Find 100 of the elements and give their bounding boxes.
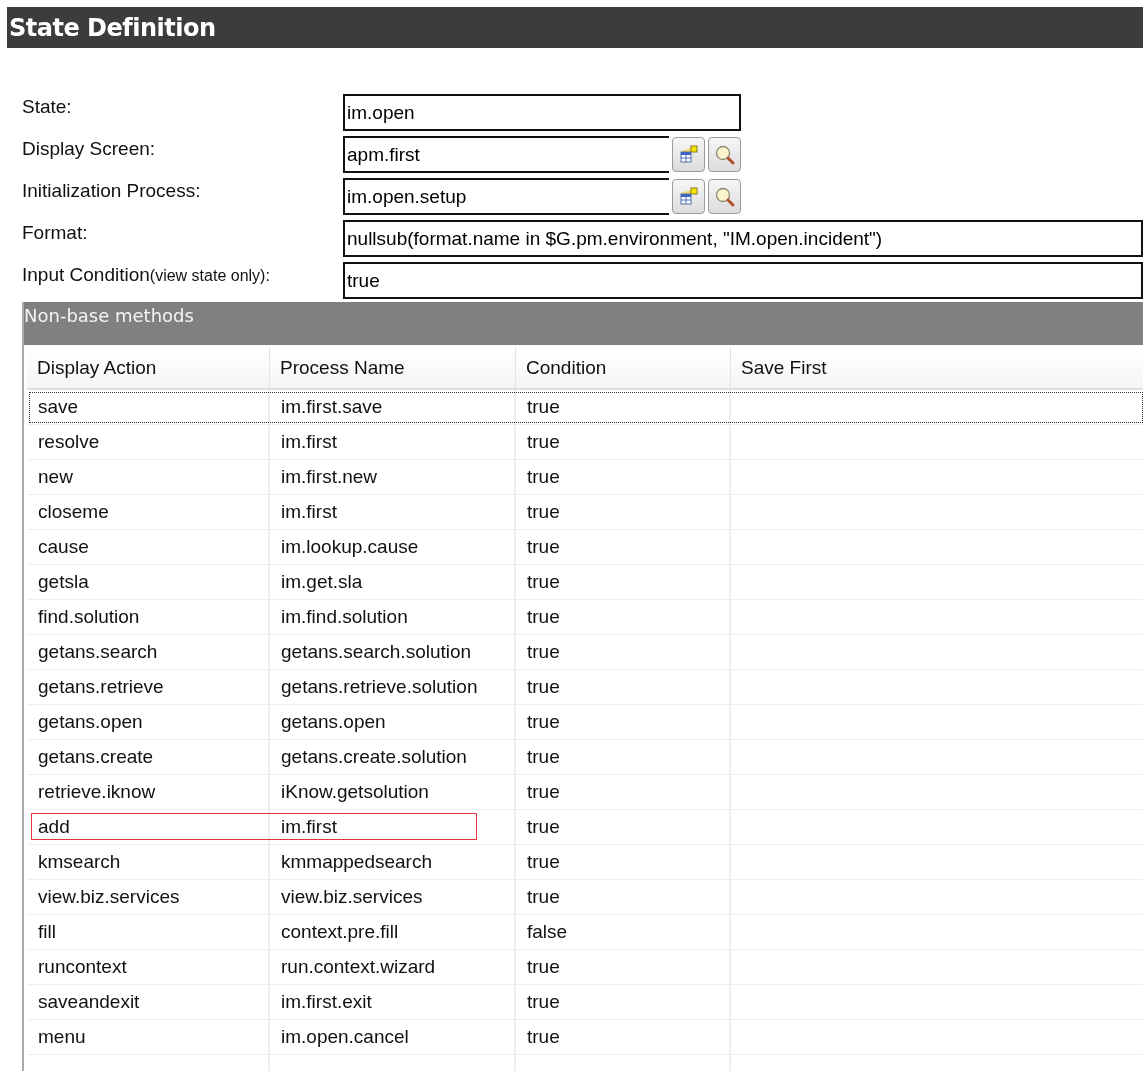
table-cell: im.first [270, 495, 516, 529]
table-cell: im.first.save [270, 390, 516, 424]
form-icon [677, 185, 700, 208]
form-button[interactable] [672, 179, 705, 214]
table-cell: im.first [270, 810, 516, 844]
column-header[interactable]: Display Action [27, 347, 270, 388]
table-row[interactable]: cause im.lookup.cause true [27, 530, 1143, 565]
table-cell: true [516, 495, 731, 529]
table-row[interactable]: save im.first.save true [27, 390, 1143, 425]
table-row[interactable]: getans.search getans.search.solution true [27, 635, 1143, 670]
table-cell: true [516, 1020, 731, 1054]
table-row[interactable]: getsla im.get.sla true [27, 565, 1143, 600]
input-field[interactable]: true [343, 262, 1143, 299]
table-cell: im.find.solution [270, 600, 516, 634]
table-cell: kmmappedsearch [270, 845, 516, 879]
table-cell: im.open.cancel [270, 1020, 516, 1054]
table-cell: view.biz.services [27, 880, 270, 914]
table-cell: getans.open [270, 705, 516, 739]
field-label: State: [22, 96, 72, 117]
table-row[interactable]: runcontext run.context.wizard true [27, 950, 1143, 985]
table-row[interactable]: getans.create getans.create.solution true [27, 740, 1143, 775]
table-cell: run.context.wizard [270, 950, 516, 984]
table-cell: fill [27, 915, 270, 949]
form-button[interactable] [672, 137, 705, 172]
table-cell: true [516, 635, 731, 669]
table-cell: true [516, 845, 731, 879]
table-cell: im.get.sla [270, 565, 516, 599]
field-label: Format: [22, 222, 88, 243]
table-cell: getsla [27, 565, 270, 599]
table-cell: saveandexit [27, 985, 270, 1019]
table-cell: getans.retrieve.solution [270, 670, 516, 704]
table-row[interactable]: resolve im.first true [27, 425, 1143, 460]
field-label: Display Screen: [22, 138, 156, 159]
table-cell: new [27, 460, 270, 494]
search-icon [713, 143, 736, 166]
table-cell: view.biz.services [270, 880, 516, 914]
table-cell: true [516, 530, 731, 564]
table-cell: true [516, 950, 731, 984]
table-cell: cause [27, 530, 270, 564]
search-icon [713, 185, 736, 208]
table-row[interactable]: add im.first true [27, 810, 1143, 845]
table-cell: context.pre.fill [270, 915, 516, 949]
input-field[interactable]: nullsub(format.name in $G.pm.environment, "IM.open.incident") [343, 220, 1143, 257]
table-cell: true [516, 565, 731, 599]
table-row[interactable]: menu im.open.cancel true [27, 1020, 1143, 1055]
table-cell: true [516, 705, 731, 739]
table-row[interactable]: find.solution im.find.solution true [27, 600, 1143, 635]
table-row[interactable]: new im.first.new true [27, 460, 1143, 495]
table-cell: getans.retrieve [27, 670, 270, 704]
table-row[interactable]: view.biz.services view.biz.services true [27, 880, 1143, 915]
table-cell: getans.create.solution [270, 740, 516, 774]
table-cell: im.first [270, 425, 516, 459]
input-field[interactable]: im.open [343, 94, 741, 131]
table-cell: im.first.new [270, 460, 516, 494]
table-cell: kmsearch [27, 845, 270, 879]
table-cell: true [516, 600, 731, 634]
table-cell: true [516, 390, 731, 424]
table-row[interactable]: getans.retrieve getans.retrieve.solution true [27, 670, 1143, 705]
input-field[interactable]: im.open.setup [343, 178, 669, 215]
header-title: State Definition [9, 13, 216, 42]
table-cell: iKnow.getsolution [270, 775, 516, 809]
table-cell: menu [27, 1020, 270, 1054]
table-cell: getans.create [27, 740, 270, 774]
column-header[interactable]: Condition [516, 347, 731, 388]
table-cell: true [516, 740, 731, 774]
table-cell: true [516, 775, 731, 809]
table-cell: true [516, 985, 731, 1019]
table-row[interactable]: closeme im.first true [27, 495, 1143, 530]
search-button[interactable] [708, 137, 741, 172]
table-cell: false [516, 915, 731, 949]
table-cell: getans.search.solution [270, 635, 516, 669]
table-row[interactable]: retrieve.iknow iKnow.getsolution true [27, 775, 1143, 810]
table-cell: true [516, 810, 731, 844]
table-cell: im.first.exit [270, 985, 516, 1019]
column-header[interactable]: Save First [731, 347, 1143, 388]
column-header[interactable]: Process Name [270, 347, 516, 388]
section-title: Non-base methods [24, 305, 194, 326]
input-field[interactable]: apm.first [343, 136, 669, 173]
field-note: (view state only): [149, 267, 270, 284]
field-label: Initialization Process: [22, 180, 201, 201]
table-cell: true [516, 880, 731, 914]
table-cell: resolve [27, 425, 270, 459]
table-cell: im.lookup.cause [270, 530, 516, 564]
table-cell: true [516, 670, 731, 704]
table-cell: closeme [27, 495, 270, 529]
table-row[interactable]: fill context.pre.fill false [27, 915, 1143, 950]
table-cell: getans.open [27, 705, 270, 739]
table-cell: true [516, 425, 731, 459]
table-cell: runcontext [27, 950, 270, 984]
table-row[interactable]: getans.open getans.open true [27, 705, 1143, 740]
search-button[interactable] [708, 179, 741, 214]
field-label: Input Condition [22, 264, 150, 285]
table-row[interactable]: saveandexit im.first.exit true [27, 985, 1143, 1020]
table-cell: find.solution [27, 600, 270, 634]
table-row[interactable]: kmsearch kmmappedsearch true [27, 845, 1143, 880]
table-cell: retrieve.iknow [27, 775, 270, 809]
table-cell: getans.search [27, 635, 270, 669]
table-cell: save [27, 390, 270, 424]
form-icon [677, 143, 700, 166]
table-cell: true [516, 460, 731, 494]
